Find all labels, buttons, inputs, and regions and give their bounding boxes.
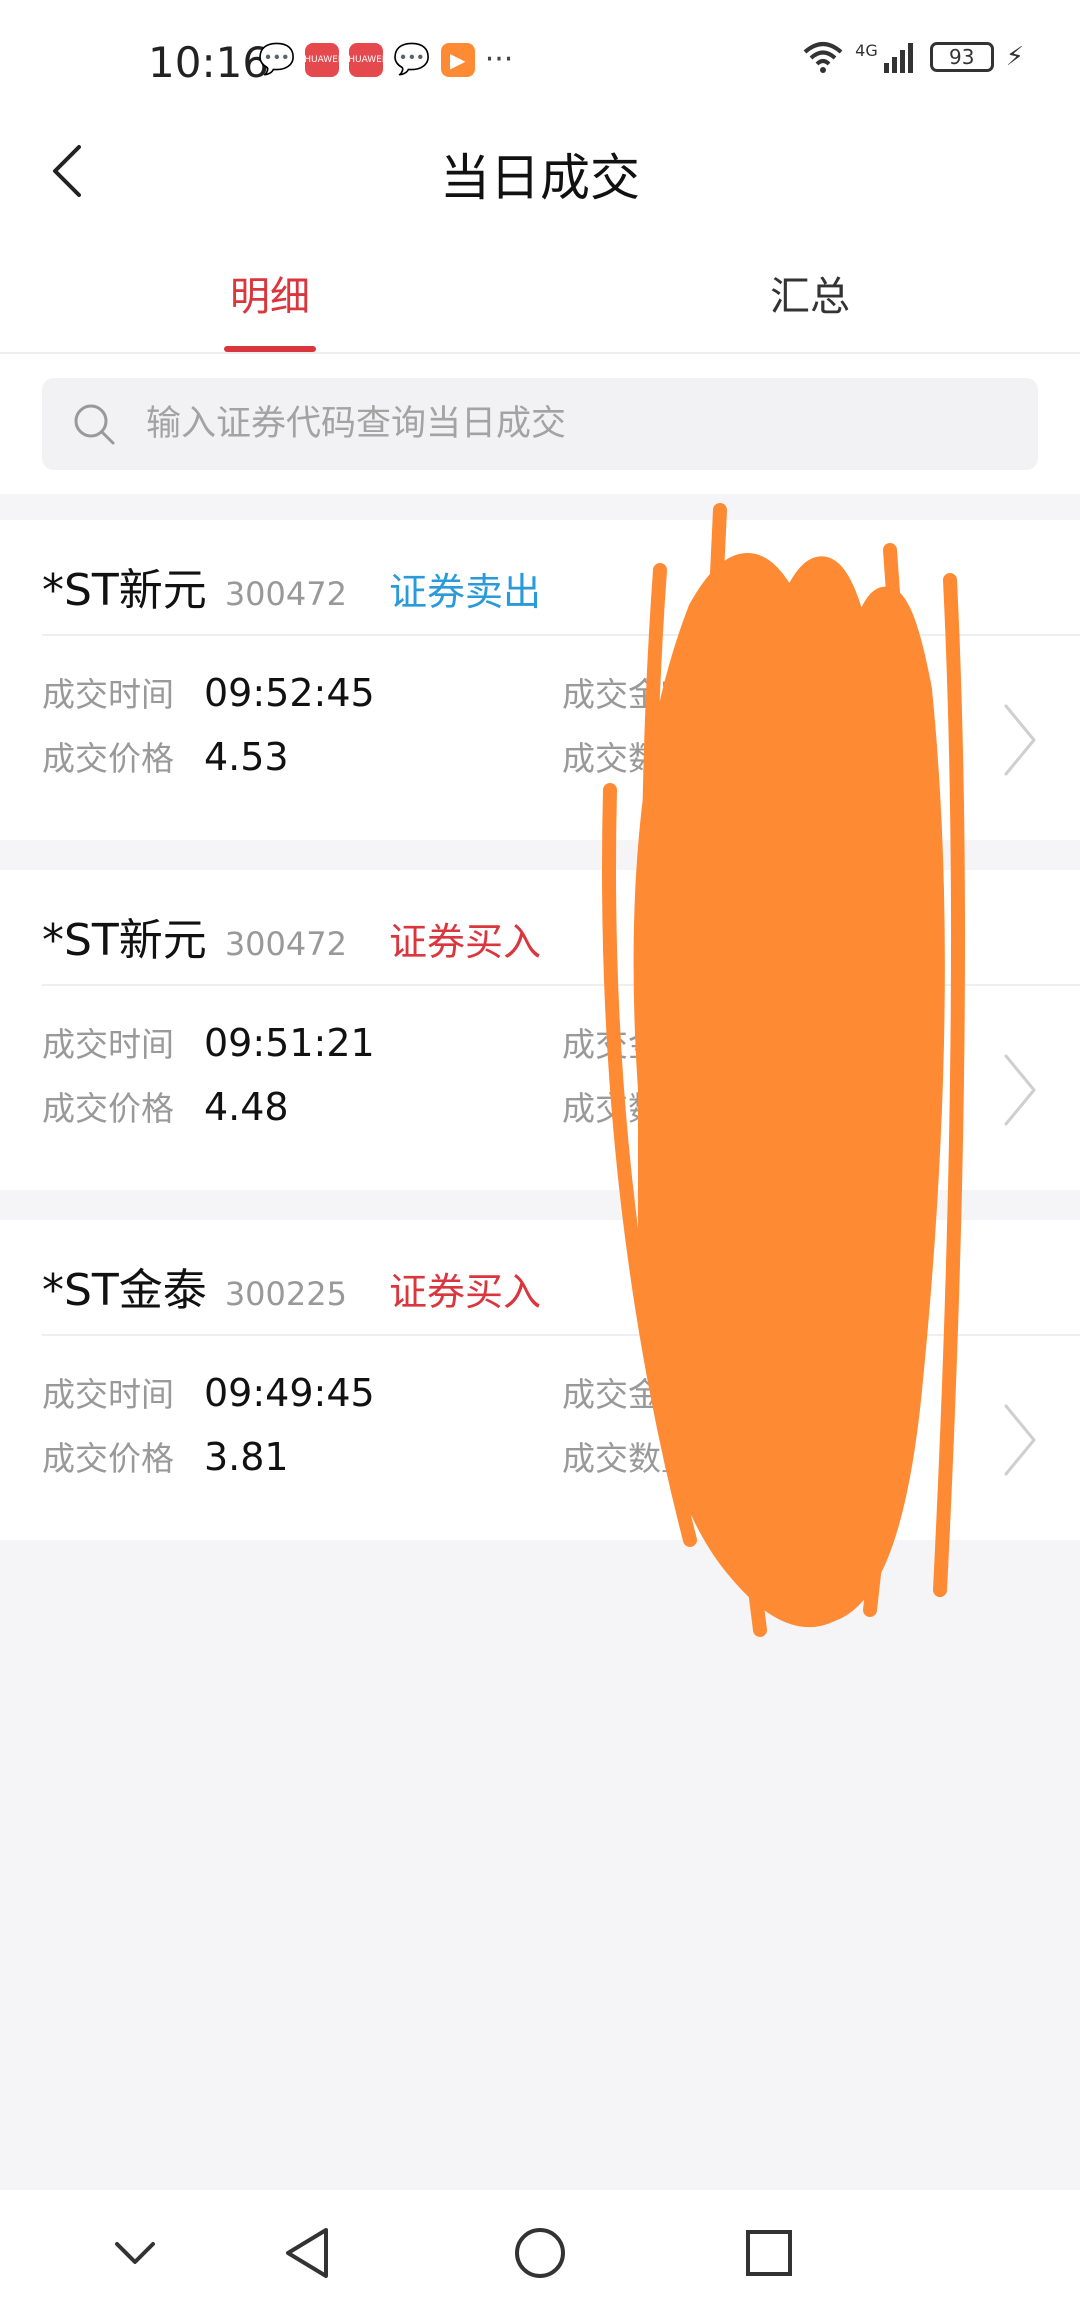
field-label: 成交数量: [562, 1089, 694, 1128]
signal-icon: [883, 43, 913, 73]
stock-code: 300472: [224, 575, 347, 613]
square-recent-icon: [746, 2230, 792, 2276]
trade-price: 4.48: [204, 1085, 289, 1129]
video-app-icon: ▶: [440, 42, 475, 77]
wechat-icon: 💬: [393, 42, 431, 77]
tab-details[interactable]: 明细: [170, 264, 370, 322]
stock-code: 300225: [224, 1275, 347, 1313]
active-tab-indicator: [224, 346, 316, 352]
trade-time-field: 成交时间 09:49:45: [42, 1368, 375, 1416]
trade-price-field: 成交价格 4.53: [42, 732, 289, 780]
charging-icon: ⚡: [1005, 42, 1024, 72]
field-label: 成交价格: [42, 1089, 174, 1128]
more-notifications-icon: ···: [484, 42, 514, 77]
trade-amount-field: 成交金额: [562, 1018, 724, 1066]
trade-card[interactable]: *ST新元 300472 证券卖出 成交时间 09:52:45 成交价格 4.5…: [0, 520, 1080, 840]
trade-quantity-field: 成交数量: [562, 732, 724, 780]
search-icon: [74, 404, 115, 445]
tab-summary[interactable]: 汇总: [710, 264, 910, 322]
trade-price-field: 成交价格 3.81: [42, 1432, 289, 1480]
trade-amount-field: 成交金额: [562, 668, 724, 716]
stock-name: *ST金泰: [42, 1265, 207, 1316]
circle-home-icon: [515, 2228, 565, 2278]
field-label: 成交时间: [42, 1375, 174, 1414]
trade-price: 3.81: [204, 1435, 289, 1479]
trade-time: 09:49:45: [204, 1371, 375, 1415]
trade-quantity-field: 成交数量: [562, 1432, 724, 1480]
huawei-app-icon: HUAWEI: [304, 42, 341, 77]
trade-time: 09:51:21: [204, 1021, 375, 1065]
field-label: 成交时间: [42, 675, 174, 714]
field-label: 成交数量: [562, 1439, 694, 1478]
field-label: 成交时间: [42, 1025, 174, 1064]
trade-type: 证券买入: [388, 920, 541, 964]
notification-icons: 💬 HUAWEI HUAWEI 💬 ▶ ···: [258, 42, 513, 77]
trade-card-header: *ST新元 300472 证券买入: [42, 904, 1038, 984]
system-nav-bar: [0, 2190, 1080, 2310]
nav-home-button[interactable]: [505, 2218, 575, 2288]
wechat-icon: 💬: [258, 42, 296, 77]
chevron-right-icon[interactable]: [1000, 700, 1040, 780]
field-label: 成交数量: [562, 739, 694, 778]
huawei-app-icon: HUAWEI: [348, 42, 385, 77]
divider: [42, 984, 1080, 986]
field-label: 成交金额: [562, 675, 694, 714]
battery-icon: 93: [929, 42, 994, 72]
trade-time-field: 成交时间 09:52:45: [42, 668, 375, 716]
network-type: 4G: [855, 40, 878, 60]
nav-collapse-button[interactable]: [100, 2218, 170, 2288]
trade-card-header: *ST金泰 300225 证券买入: [42, 1254, 1038, 1334]
chevron-right-icon[interactable]: [1000, 1400, 1040, 1480]
trade-amount-field: 成交金额: [562, 1368, 724, 1416]
stock-name: *ST新元: [42, 915, 207, 966]
triangle-back-icon: [286, 2228, 328, 2278]
chevron-right-icon[interactable]: [1000, 1050, 1040, 1130]
search-input[interactable]: [146, 404, 1006, 444]
trade-card[interactable]: *ST金泰 300225 证券买入 成交时间 09:49:45 成交价格 3.8…: [0, 1220, 1080, 1540]
chevron-down-icon: [115, 2242, 155, 2264]
tab-bar: 明细 汇总: [0, 230, 1080, 354]
trade-type: 证券买入: [388, 1270, 541, 1314]
divider: [42, 634, 1080, 636]
search-box[interactable]: [42, 378, 1038, 470]
status-bar: 10:16 💬 HUAWEI HUAWEI 💬 ▶ ··· 4G 93 ⚡: [0, 0, 1080, 120]
stock-name: *ST新元: [42, 565, 207, 616]
system-icons: 4G 93 ⚡: [803, 40, 1024, 74]
stock-code: 300472: [224, 925, 347, 963]
status-time: 10:16: [148, 38, 270, 87]
page-title: 当日成交: [440, 149, 640, 207]
field-label: 成交金额: [562, 1375, 694, 1414]
nav-back-button[interactable]: [272, 2218, 342, 2288]
search-section: [0, 354, 1080, 494]
trade-price-field: 成交价格 4.48: [42, 1082, 289, 1130]
trade-time: 09:52:45: [204, 671, 375, 715]
field-label: 成交金额: [562, 1025, 694, 1064]
trade-time-field: 成交时间 09:51:21: [42, 1018, 375, 1066]
wifi-icon: [803, 42, 843, 73]
field-label: 成交价格: [42, 739, 174, 778]
trade-type: 证券卖出: [388, 570, 541, 614]
divider: [42, 1334, 1080, 1336]
trade-quantity-field: 成交数量: [562, 1082, 724, 1130]
trade-price: 4.53: [204, 735, 289, 779]
top-bar: 当日成交: [0, 120, 1080, 230]
trade-card-header: *ST新元 300472 证券卖出: [42, 554, 1038, 634]
trade-card[interactable]: *ST新元 300472 证券买入 成交时间 09:51:21 成交价格 4.4…: [0, 870, 1080, 1190]
field-label: 成交价格: [42, 1439, 174, 1478]
nav-recent-button[interactable]: [734, 2218, 804, 2288]
